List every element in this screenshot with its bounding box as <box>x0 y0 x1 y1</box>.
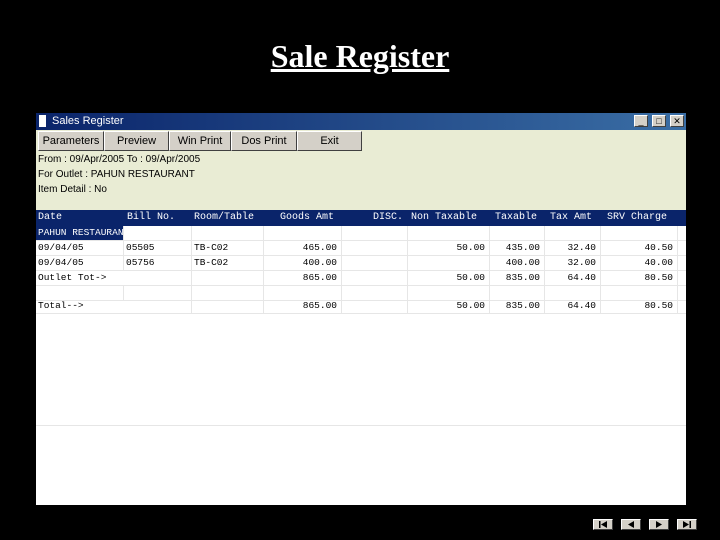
goods-amt-cell[interactable]: 465.00 <box>264 241 342 255</box>
col-tax-amt: Tax Amt <box>550 212 593 223</box>
col-date: Date <box>38 212 63 223</box>
room-table-cell[interactable]: TB-C02 <box>192 256 264 270</box>
window-title: Sales Register <box>52 115 124 127</box>
tax-amt-grand: 64.40 <box>545 299 601 313</box>
disc-cell[interactable] <box>342 241 408 255</box>
empty-cell <box>192 271 264 285</box>
non-taxable-total: 50.00 <box>408 271 490 285</box>
empty-cell <box>601 226 678 240</box>
col-disc: DISC. <box>373 212 404 223</box>
outlet-total-label: Outlet Tot-> <box>38 272 107 283</box>
empty-cell <box>192 286 264 300</box>
disc-grand <box>342 299 408 313</box>
grand-total-label: Total--> <box>38 300 84 311</box>
first-icon[interactable] <box>593 519 613 530</box>
bill-no-cell[interactable]: 05756 <box>124 256 192 270</box>
col-goods-amt: Goods Amt <box>280 212 335 223</box>
non-taxable-cell[interactable] <box>408 256 490 270</box>
date-cell[interactable]: 09/04/05 <box>36 241 124 255</box>
empty-cell <box>342 286 408 300</box>
grand-total-row[interactable] <box>36 411 686 426</box>
bill-no-cell[interactable]: 05505 <box>124 241 192 255</box>
date-range-label: From : 09/Apr/2005 To : 09/Apr/2005 <box>38 154 201 165</box>
maximize-icon[interactable]: □ <box>652 115 666 127</box>
table-row[interactable]: 09/04/05 05756 TB-C02 400.00 400.00 32.0… <box>36 256 686 271</box>
last-icon[interactable] <box>677 519 697 530</box>
title-bar[interactable]: Sales Register _ □ ✕ <box>36 113 686 130</box>
srv-charge-grand: 80.50 <box>601 299 678 313</box>
app-icon <box>39 115 46 127</box>
next-icon[interactable] <box>649 519 669 530</box>
empty-cell <box>124 226 192 240</box>
taxable-cell[interactable]: 435.00 <box>490 241 545 255</box>
slide-title: Sale Register <box>270 38 450 74</box>
outlet-total-row[interactable]: Outlet Tot-> 865.00 50.00 835.00 64.40 8… <box>36 271 686 286</box>
goods-amt-cell[interactable]: 400.00 <box>264 256 342 270</box>
tax-amt-cell[interactable]: 32.00 <box>545 256 601 270</box>
empty-cell <box>490 286 545 300</box>
preview-button[interactable]: Preview <box>104 131 169 151</box>
goods-amt-grand: 865.00 <box>264 299 342 313</box>
prev-icon[interactable] <box>621 519 641 530</box>
empty-cell <box>264 286 342 300</box>
dos-print-button[interactable]: Dos Print <box>231 131 297 151</box>
taxable-cell[interactable]: 400.00 <box>490 256 545 270</box>
empty-cell <box>408 286 490 300</box>
minimize-icon[interactable]: _ <box>634 115 648 127</box>
table-header: Date Bill No. Room/Table Goods Amt DISC.… <box>36 210 686 226</box>
empty-cell <box>124 286 192 300</box>
empty-cell <box>124 271 192 285</box>
tax-amt-cell[interactable]: 32.40 <box>545 241 601 255</box>
empty-cell <box>408 226 490 240</box>
item-detail-label: Item Detail : No <box>38 184 107 195</box>
empty-cell <box>342 226 408 240</box>
non-taxable-grand: 50.00 <box>408 299 490 313</box>
empty-cell <box>192 226 264 240</box>
empty-cell <box>124 299 192 313</box>
srv-charge-total: 80.50 <box>601 271 678 285</box>
grand-total-row[interactable]: Total--> 865.00 50.00 835.00 64.40 80.50 <box>36 299 686 314</box>
sales-register-window: Sales Register _ □ ✕ Parameters Preview … <box>36 113 686 505</box>
srv-charge-cell[interactable]: 40.00 <box>601 256 678 270</box>
taxable-total: 835.00 <box>490 271 545 285</box>
taxable-grand: 835.00 <box>490 299 545 313</box>
table-row[interactable]: 09/04/05 05505 TB-C02 465.00 50.00 435.0… <box>36 241 686 256</box>
col-srv-charge: SRV Charge <box>607 212 668 223</box>
empty-cell <box>490 226 545 240</box>
close-icon[interactable]: ✕ <box>670 115 684 127</box>
col-taxable: Taxable <box>495 212 538 223</box>
col-room-table: Room/Table <box>194 212 255 223</box>
disc-cell[interactable] <box>342 256 408 270</box>
col-bill-no: Bill No. <box>127 212 176 223</box>
non-taxable-cell[interactable]: 50.00 <box>408 241 490 255</box>
empty-cell <box>545 286 601 300</box>
win-print-button[interactable]: Win Print <box>169 131 231 151</box>
col-non-taxable: Non Taxable <box>411 212 478 223</box>
empty-cell <box>545 226 601 240</box>
tax-amt-total: 64.40 <box>545 271 601 285</box>
room-table-cell[interactable]: TB-C02 <box>192 241 264 255</box>
goods-amt-total: 865.00 <box>264 271 342 285</box>
report-parameters: From : 09/Apr/2005 To : 09/Apr/2005 For … <box>36 152 686 210</box>
parameters-button[interactable]: Parameters <box>38 131 104 151</box>
empty-cell <box>192 299 264 313</box>
empty-cell <box>36 286 124 300</box>
outlet-row[interactable]: PAHUN RESTAURANT <box>36 226 686 241</box>
srv-charge-cell[interactable]: 40.50 <box>601 241 678 255</box>
empty-cell <box>601 286 678 300</box>
date-cell[interactable]: 09/04/05 <box>36 256 124 270</box>
toolbar: Parameters Preview Win Print Dos Print E… <box>36 130 686 152</box>
outlet-cell[interactable]: PAHUN RESTAURANT <box>36 226 129 240</box>
disc-total <box>342 271 408 285</box>
empty-cell <box>264 226 342 240</box>
exit-button[interactable]: Exit <box>297 131 362 151</box>
outlet-label: For Outlet : PAHUN RESTAURANT <box>38 169 195 180</box>
